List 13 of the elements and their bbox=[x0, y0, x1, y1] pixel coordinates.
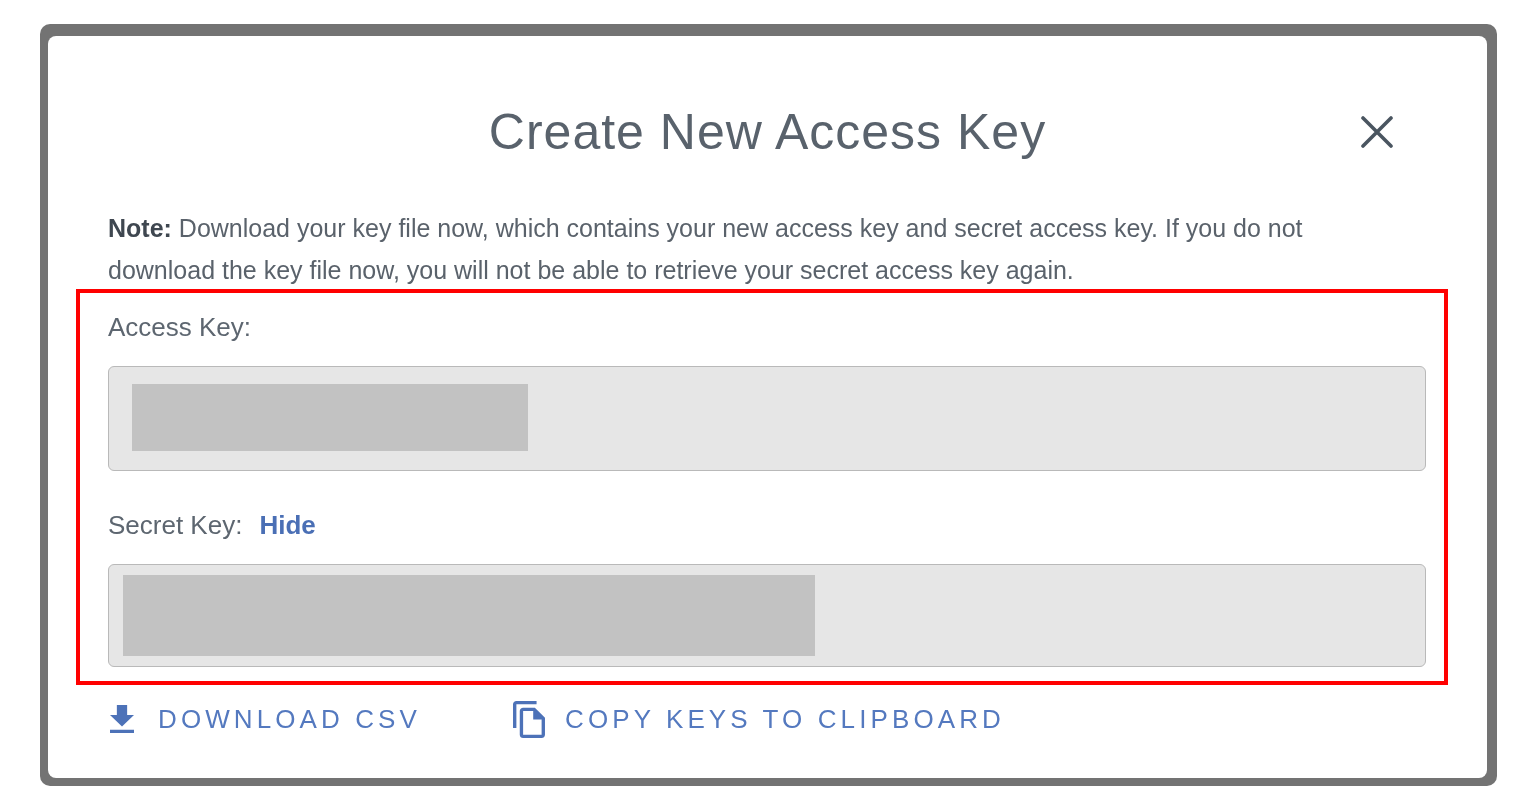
copy-icon bbox=[513, 700, 545, 738]
dialog-title: Create New Access Key bbox=[488, 103, 1047, 162]
key-field[interactable] bbox=[108, 366, 1426, 471]
close-button[interactable] bbox=[1361, 116, 1393, 148]
note-text: Note: Download your key file now, which contains your new access key and secret access key. If you do not download the key file now, you will not be able to retrieve your secret access key again. bbox=[108, 213, 1304, 286]
hide-link[interactable]: Hide bbox=[259, 509, 316, 541]
download-icon bbox=[110, 705, 134, 733]
key-field[interactable] bbox=[108, 564, 1426, 667]
close-icon bbox=[1361, 116, 1393, 148]
field-label: Secret Key: bbox=[108, 509, 243, 541]
field-label: Access Key: bbox=[108, 311, 252, 343]
copy-button[interactable]: COPY KEYS TO CLIPBOARD bbox=[513, 700, 1005, 738]
download-button[interactable]: DOWNLOAD CSV bbox=[110, 700, 421, 738]
